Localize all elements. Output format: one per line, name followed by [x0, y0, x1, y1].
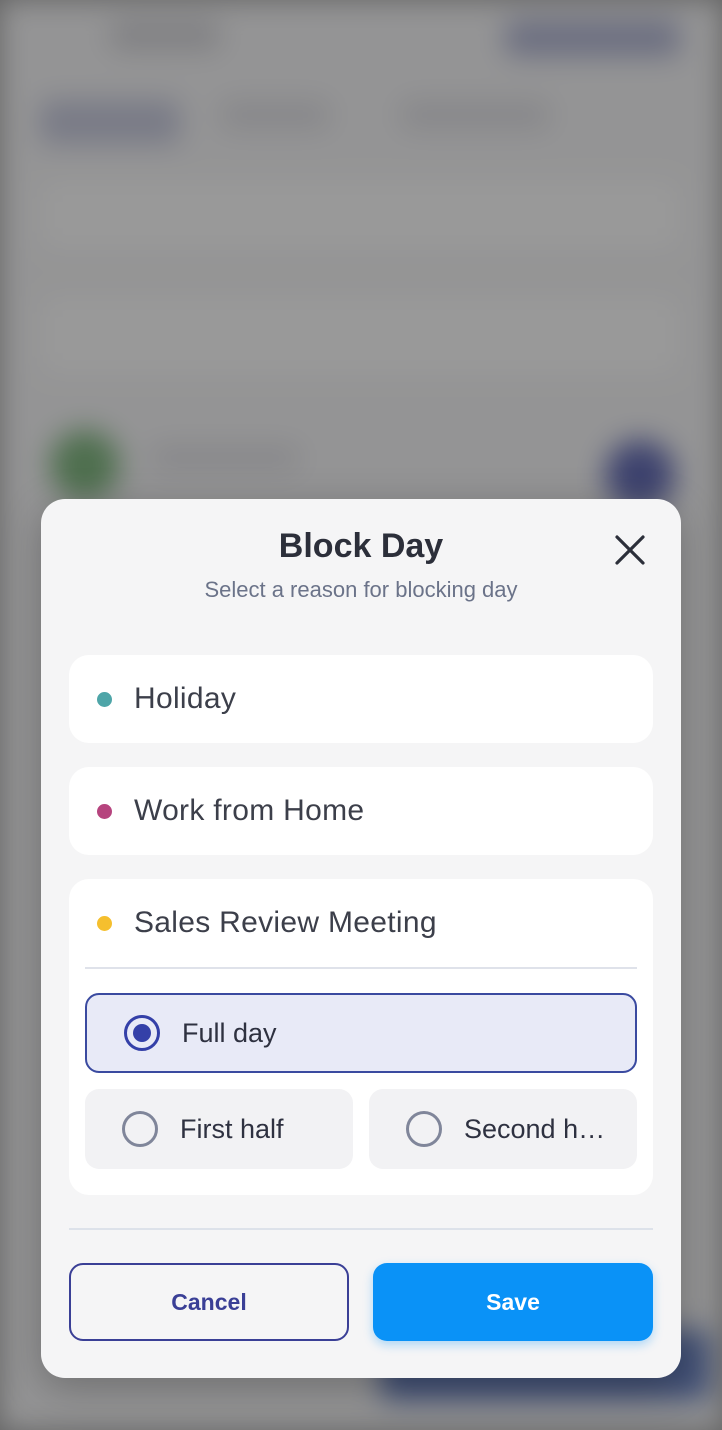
dialog-subtitle: Select a reason for blocking day [204, 577, 518, 602]
first-half-option[interactable]: First half [85, 1089, 353, 1169]
meeting-color-dot [97, 915, 112, 931]
second-half-radio[interactable] [406, 1111, 442, 1147]
first-half-radio[interactable] [122, 1111, 158, 1147]
option-sales-review-meeting[interactable]: Sales Review Meeting Full day First half… [69, 879, 653, 1195]
second-half-label: Second h… [464, 1113, 606, 1144]
holiday-color-dot [97, 691, 112, 707]
option-holiday[interactable]: Holiday [69, 655, 653, 743]
card-divider [85, 967, 637, 969]
option-label: Work from Home [134, 794, 365, 827]
first-half-label: First half [180, 1113, 284, 1144]
second-half-option[interactable]: Second h… [369, 1089, 637, 1169]
footer-divider [69, 1228, 653, 1230]
option-label: Sales Review Meeting [134, 906, 437, 939]
save-button[interactable]: Save [373, 1263, 653, 1341]
option-label: Holiday [134, 682, 237, 715]
full-day-label: Full day [182, 1017, 277, 1048]
close-icon [615, 535, 645, 565]
wfh-color-dot [97, 803, 112, 819]
block-day-dialog: Block Day Select a reason for blocking d… [41, 499, 681, 1378]
cancel-button[interactable]: Cancel [69, 1263, 349, 1341]
dialog-title: Block Day [278, 527, 444, 565]
option-work-from-home[interactable]: Work from Home [69, 767, 653, 855]
full-day-option[interactable]: Full day [85, 993, 637, 1073]
close-button[interactable] [613, 533, 647, 567]
full-day-radio[interactable] [124, 1015, 160, 1051]
